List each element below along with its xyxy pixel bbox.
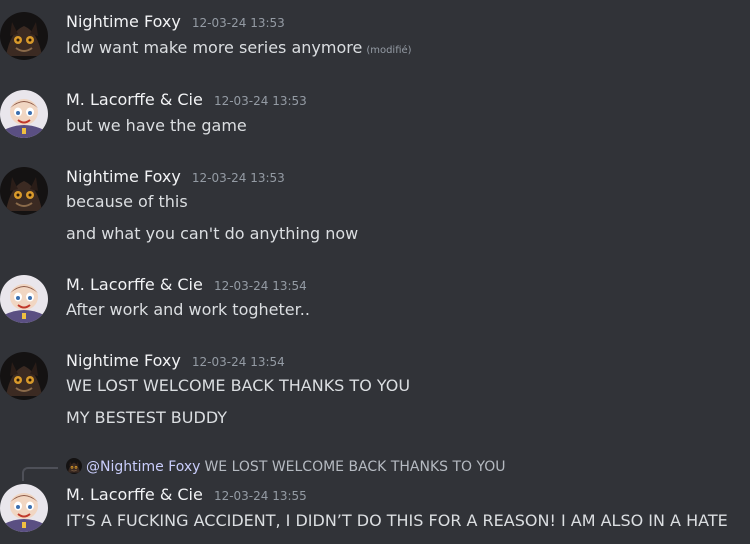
- username[interactable]: M. Lacorffe & Cie: [66, 275, 203, 294]
- message-line: WE LOST WELCOME BACK THANKS TO YOU: [66, 376, 411, 395]
- message-line: and what you can't do anything now: [66, 224, 359, 243]
- reply-text: WE LOST WELCOME BACK THANKS TO YOU: [204, 459, 506, 475]
- username[interactable]: M. Lacorffe & Cie: [66, 90, 203, 109]
- message-line: After work and work togheter..: [66, 300, 310, 319]
- username[interactable]: Nightime Foxy: [66, 12, 181, 31]
- timestamp: 12-03-24 13:55: [213, 489, 307, 503]
- message-line: but we have the game: [66, 116, 247, 135]
- message-header: M. Lacorffe & Cie 12-03-24 13:53: [66, 89, 307, 111]
- reply-mention[interactable]: @Nightime Foxy: [86, 459, 200, 475]
- timestamp: 12-03-24 13:53: [191, 16, 285, 30]
- timestamp: 12-03-24 13:54: [191, 355, 285, 369]
- reply-spine: [22, 467, 58, 481]
- message-1: Nightime Foxy 12-03-24 13:53 Idw want ma…: [0, 0, 750, 70]
- message-text: Idw want make more series anymore (modifi…: [66, 37, 412, 59]
- lacorffe-avatar-icon[interactable]: [0, 90, 48, 138]
- username[interactable]: Nightime Foxy: [66, 167, 181, 186]
- message-4: M. Lacorffe & Cie 12-03-24 13:54 After w…: [0, 263, 750, 333]
- timestamp: 12-03-24 13:54: [213, 279, 307, 293]
- username[interactable]: Nightime Foxy: [66, 351, 181, 370]
- message-line: Idw want make more series anymore: [66, 38, 363, 57]
- foxy-avatar-icon[interactable]: [0, 352, 48, 400]
- message-2: M. Lacorffe & Cie 12-03-24 13:53 but we …: [0, 78, 750, 148]
- message-line: because of this: [66, 192, 188, 211]
- reply-preview[interactable]: @Nightime Foxy WE LOST WELCOME BACK THANK…: [66, 458, 506, 476]
- message-5: Nightime Foxy 12-03-24 13:54 WE LOST WEL…: [0, 340, 750, 440]
- message-6: @Nightime Foxy WE LOST WELCOME BACK THANK…: [0, 458, 750, 544]
- message-header: M. Lacorffe & Cie 12-03-24 13:54: [66, 274, 307, 296]
- message-3: Nightime Foxy 12-03-24 13:53 because of …: [0, 155, 750, 255]
- lacorffe-avatar-icon[interactable]: [0, 275, 48, 323]
- timestamp: 12-03-24 13:53: [213, 94, 307, 108]
- message-header: M. Lacorffe & Cie 12-03-24 13:55: [66, 484, 307, 506]
- message-header: Nightime Foxy 12-03-24 13:54: [66, 350, 285, 372]
- message-line: MY BESTEST BUDDY: [66, 408, 228, 427]
- timestamp: 12-03-24 13:53: [191, 171, 285, 185]
- foxy-avatar-icon[interactable]: [0, 12, 48, 60]
- message-header: Nightime Foxy 12-03-24 13:53: [66, 11, 285, 33]
- username[interactable]: M. Lacorffe & Cie: [66, 485, 203, 504]
- message-header: Nightime Foxy 12-03-24 13:53: [66, 166, 285, 188]
- reply-avatar-icon: [66, 458, 82, 474]
- foxy-avatar-icon[interactable]: [0, 167, 48, 215]
- lacorffe-avatar-icon[interactable]: [0, 484, 48, 532]
- message-line: IT’S A FUCKING ACCIDENT, I DIDN’T DO THI…: [66, 511, 728, 530]
- edited-label: (modifié): [366, 45, 412, 56]
